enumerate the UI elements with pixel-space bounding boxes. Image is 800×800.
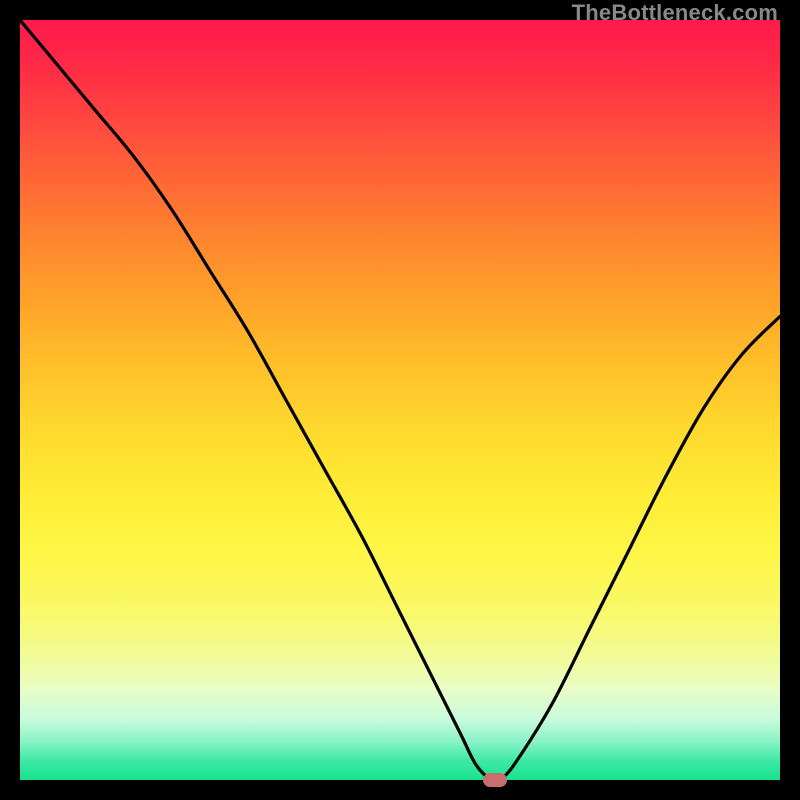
- plot-area: [20, 20, 780, 780]
- chart-frame: TheBottleneck.com: [0, 0, 800, 800]
- bottleneck-curve: [20, 20, 780, 780]
- optimal-point-marker: [483, 773, 507, 787]
